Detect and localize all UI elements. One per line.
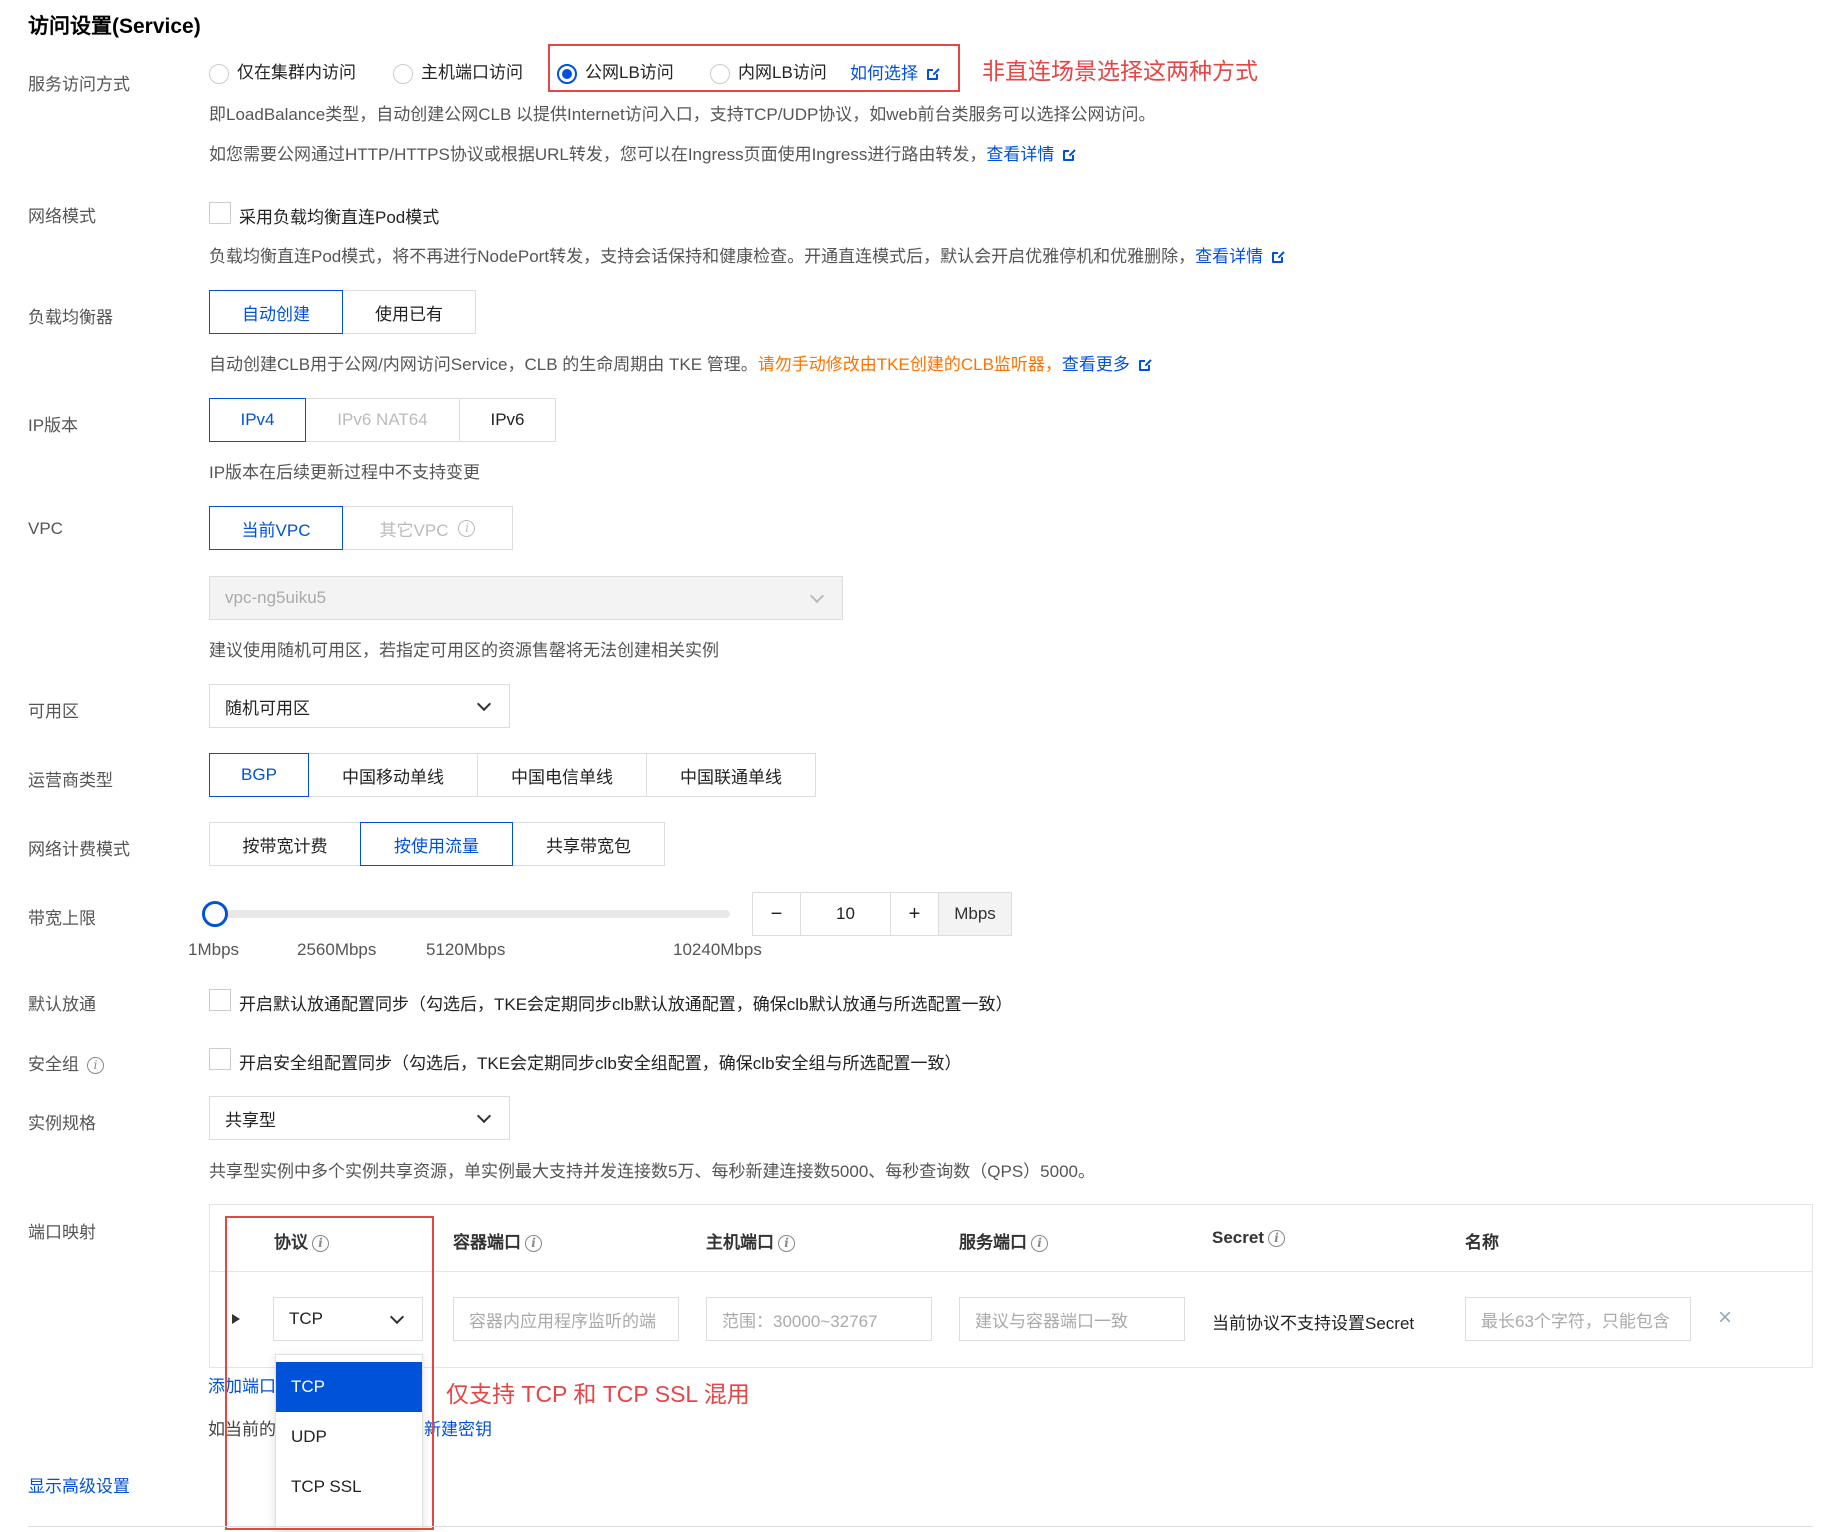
vpc-select: vpc-ng5uiku5 xyxy=(209,576,843,620)
label-zone: 可用区 xyxy=(28,702,79,721)
billing-segment: 按带宽计费 按使用流量 共享带宽包 xyxy=(209,822,665,866)
hint-ip-version: IP版本在后续更新过程中不支持变更 xyxy=(209,463,481,482)
instance-spec-select[interactable]: 共享型 xyxy=(209,1096,510,1140)
label-vpc: VPC xyxy=(28,519,63,538)
isp-segment: BGP 中国移动单线 中国电信单线 中国联通单线 xyxy=(209,753,816,797)
label-load-balancer: 负载均衡器 xyxy=(28,308,113,327)
checkbox-default-allow[interactable] xyxy=(209,989,231,1011)
billing-option-traffic[interactable]: 按使用流量 xyxy=(360,822,513,866)
radio-circle xyxy=(209,63,229,84)
header-container-port: 容器端口 i xyxy=(453,1228,542,1253)
header-name: 名称 xyxy=(1465,1233,1499,1252)
zone-select[interactable]: 随机可用区 xyxy=(209,684,510,728)
ip-option-ipv6[interactable]: IPv6 xyxy=(459,398,556,442)
table-divider xyxy=(210,1271,1812,1272)
header-host-port: 主机端口 i xyxy=(706,1228,795,1253)
host-port-input[interactable]: 范围：30000~32767 xyxy=(706,1297,932,1341)
external-link-icon xyxy=(1138,358,1152,371)
ip-option-ipv4[interactable]: IPv4 xyxy=(209,398,306,442)
label-network-mode: 网络模式 xyxy=(28,207,96,226)
isp-option-unicom[interactable]: 中国联通单线 xyxy=(646,753,816,797)
isp-option-bgp[interactable]: BGP xyxy=(209,753,309,797)
hint-access-1: 即LoadBalance类型，自动创建公网CLB 以提供Internet访问入口… xyxy=(209,105,1156,124)
info-icon[interactable]: i xyxy=(87,1057,104,1075)
checkbox-default-allow-label: 开启默认放通配置同步（勾选后，TKE会定期同步clb默认放通配置，确保clb默认… xyxy=(239,995,1013,1014)
label-ip-version: IP版本 xyxy=(28,416,79,435)
billing-option-shared[interactable]: 共享带宽包 xyxy=(512,822,665,866)
info-icon[interactable]: i xyxy=(1031,1235,1048,1253)
external-link-icon xyxy=(1063,148,1077,161)
bottom-divider xyxy=(28,1526,1813,1527)
create-secret-link[interactable]: 新建密钥 xyxy=(424,1415,492,1440)
bandwidth-tick: 5120Mbps xyxy=(426,940,506,959)
info-icon[interactable]: i xyxy=(1267,1230,1285,1248)
label-billing: 网络计费模式 xyxy=(28,840,130,859)
radio-host-port[interactable]: 主机端口访问 xyxy=(393,58,523,84)
chevron-down-icon xyxy=(476,696,492,712)
info-icon: i xyxy=(458,519,476,537)
annotation-box-protocol xyxy=(225,1216,434,1530)
section-title: 访问设置(Service) xyxy=(28,15,201,38)
lb-segment: 自动创建 使用已有 xyxy=(209,290,476,334)
secret-text: 当前协议不支持设置Secret xyxy=(1212,1314,1415,1333)
header-service-port: 服务端口 i xyxy=(959,1228,1048,1253)
bandwidth-slider-track[interactable] xyxy=(216,910,730,918)
hint-network-mode: 负载均衡直连Pod模式，将不再进行NodePort转发，支持会话保持和健康检查。… xyxy=(209,242,1286,267)
label-isp: 运营商类型 xyxy=(28,771,113,790)
chevron-down-icon xyxy=(476,1108,492,1124)
delete-row-icon[interactable]: × xyxy=(1718,1306,1732,1330)
checkbox-security-group[interactable] xyxy=(209,1048,231,1070)
hint-instance-spec: 共享型实例中多个实例共享资源，单实例最大支持并发连接数5万、每秒新建连接数500… xyxy=(209,1162,1095,1181)
label-port-mapping: 端口映射 xyxy=(28,1223,96,1242)
vpc-option-current[interactable]: 当前VPC xyxy=(209,506,343,550)
info-icon[interactable]: i xyxy=(525,1235,542,1253)
external-link-icon xyxy=(1272,250,1286,263)
bandwidth-tick: 2560Mbps xyxy=(297,940,377,959)
billing-option-bandwidth[interactable]: 按带宽计费 xyxy=(209,822,361,866)
label-instance-spec: 实例规格 xyxy=(28,1114,96,1133)
annotation-protocol: 仅支持 TCP 和 TCP SSL 混用 xyxy=(446,1381,750,1407)
checkbox-direct-pod-label: 采用负载均衡直连Pod模式 xyxy=(239,208,440,227)
name-input[interactable]: 最长63个字符，只能包含 xyxy=(1465,1297,1691,1341)
bandwidth-value-input[interactable]: 10 xyxy=(801,893,891,935)
isp-option-telecom[interactable]: 中国电信单线 xyxy=(477,753,647,797)
view-more-link[interactable]: 查看更多 xyxy=(1062,355,1130,374)
label-default-allow: 默认放通 xyxy=(28,995,96,1014)
ip-version-segment: IPv4 IPv6 NAT64 IPv6 xyxy=(209,398,556,442)
stepper-plus-button[interactable]: + xyxy=(891,893,939,935)
isp-option-mobile[interactable]: 中国移动单线 xyxy=(308,753,478,797)
hint-access-2: 如您需要公网通过HTTP/HTTPS协议或根据URL转发，您可以在Ingress… xyxy=(209,140,1077,165)
stepper-minus-button[interactable]: − xyxy=(753,893,801,935)
bandwidth-unit: Mbps xyxy=(939,893,1011,935)
view-details-link[interactable]: 查看详情 xyxy=(986,145,1054,164)
vpc-segment: 当前VPC 其它VPC i xyxy=(209,506,513,550)
checkbox-security-group-label: 开启安全组配置同步（勾选后，TKE会定期同步clb安全组配置，确保clb安全组与… xyxy=(239,1054,962,1073)
lb-option-existing[interactable]: 使用已有 xyxy=(342,290,476,334)
bandwidth-stepper: − 10 + Mbps xyxy=(752,892,1012,936)
vpc-option-other: 其它VPC i xyxy=(342,506,513,550)
radio-cluster-only[interactable]: 仅在集群内访问 xyxy=(209,58,356,84)
annotation-box-lb xyxy=(548,44,960,92)
lb-option-auto[interactable]: 自动创建 xyxy=(209,290,343,334)
bandwidth-tick: 1Mbps xyxy=(188,940,240,959)
bandwidth-slider-handle[interactable] xyxy=(202,901,228,927)
hint-vpc: 建议使用随机可用区，若指定可用区的资源售罄将无法创建相关实例 xyxy=(209,641,719,660)
ip-option-ipv6-nat64: IPv6 NAT64 xyxy=(305,398,460,442)
radio-circle xyxy=(393,63,413,84)
label-security-group: 安全组 i xyxy=(28,1050,104,1075)
container-port-input[interactable]: 容器内应用程序监听的端 xyxy=(453,1297,679,1341)
hint-load-balancer: 自动创建CLB用于公网/内网访问Service，CLB 的生命周期由 TKE 管… xyxy=(209,350,1152,375)
header-secret: Secret i xyxy=(1212,1228,1285,1248)
chevron-down-icon xyxy=(809,588,825,604)
service-port-input[interactable]: 建议与容器端口一致 xyxy=(959,1297,1185,1341)
show-advanced-link[interactable]: 显示高级设置 xyxy=(28,1472,130,1497)
annotation-lb: 非直连场景选择这两种方式 xyxy=(982,58,1258,84)
info-icon[interactable]: i xyxy=(778,1235,795,1253)
checkbox-direct-pod[interactable] xyxy=(209,202,231,224)
view-details-link-2[interactable]: 查看详情 xyxy=(1195,247,1263,266)
label-bandwidth: 带宽上限 xyxy=(28,909,96,928)
label-access-mode: 服务访问方式 xyxy=(28,75,130,94)
bandwidth-tick: 10240Mbps xyxy=(673,940,762,959)
